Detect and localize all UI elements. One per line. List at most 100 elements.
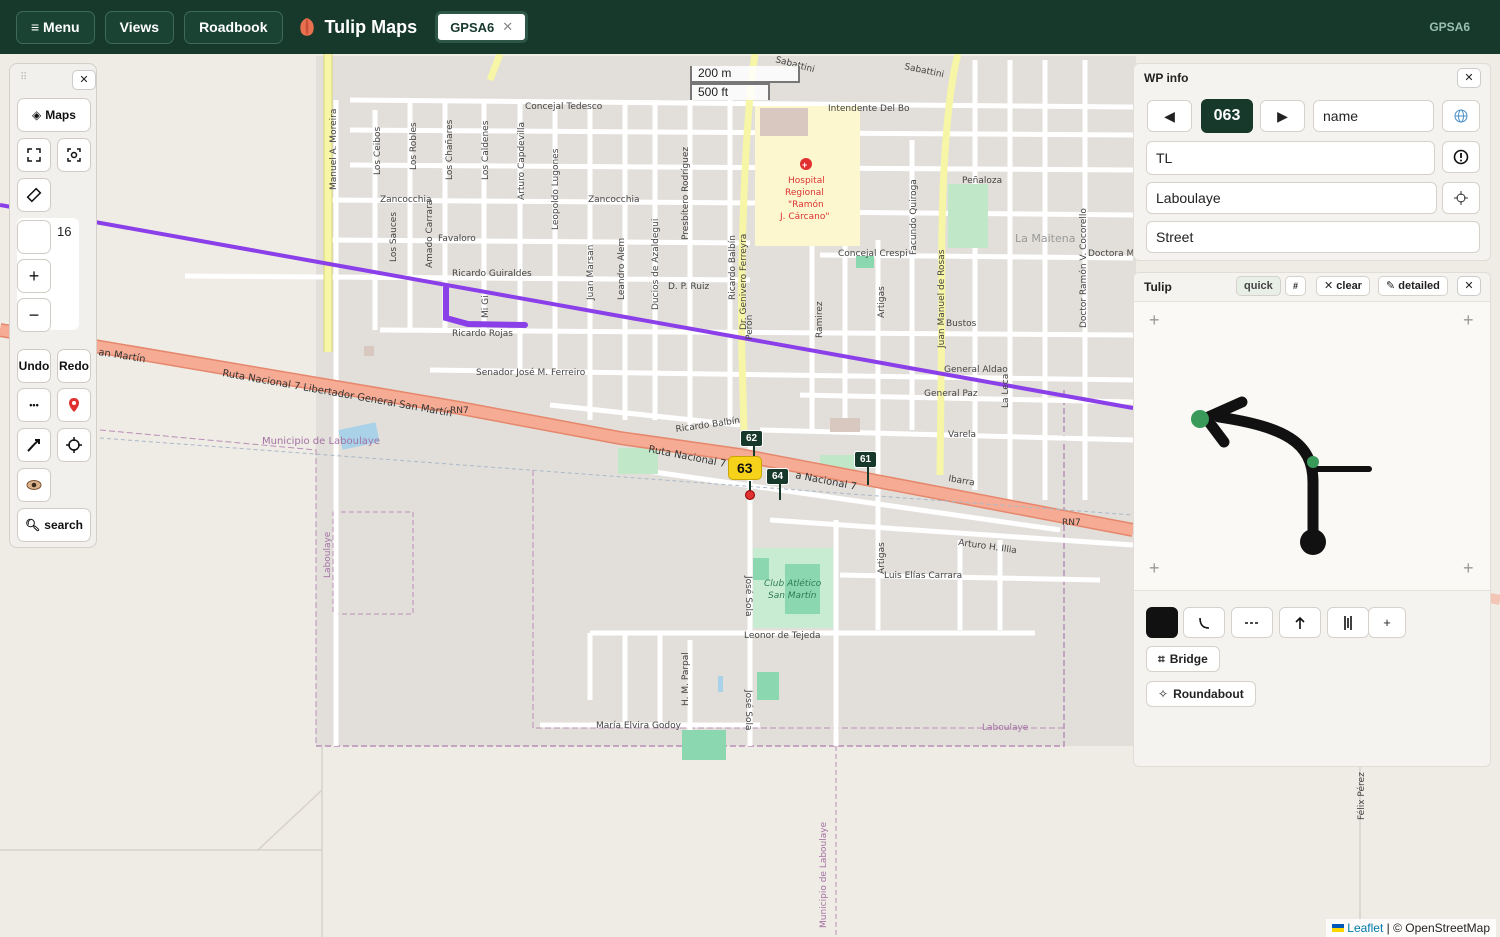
- osm-attribution[interactable]: | © OpenStreetMap: [1387, 921, 1490, 935]
- views-button[interactable]: Views: [104, 10, 175, 44]
- ruler-icon: [26, 187, 42, 203]
- tulip-junction-handle[interactable]: [1307, 456, 1319, 468]
- tulip-end-handle[interactable]: [1191, 410, 1209, 428]
- label-laboulaye-v: Laboulaye: [323, 531, 333, 578]
- top-bar: ≡ Menu Views Roadbook Tulip Maps GPSA6 ✕…: [0, 0, 1500, 54]
- globe-button[interactable]: [1442, 100, 1480, 132]
- drag-handle-icon[interactable]: ⠿: [20, 72, 27, 83]
- roundabout-icon: ✧: [1158, 687, 1169, 701]
- draw-route-button[interactable]: [17, 428, 51, 462]
- zoom-slot: [17, 220, 51, 254]
- label-general-aldao: General Aldao: [944, 365, 1008, 375]
- quick-toggle[interactable]: quick: [1236, 276, 1281, 296]
- locate-button[interactable]: [57, 428, 91, 462]
- label-leandro-alem: Leandro Alem: [617, 238, 627, 300]
- ua-flag-icon: [1332, 924, 1345, 932]
- info-button[interactable]: [1442, 141, 1480, 173]
- waypoint-city-field[interactable]: Laboulaye: [1146, 182, 1437, 214]
- waypoint-61[interactable]: 61: [854, 451, 878, 468]
- tulip-logo-icon: [299, 18, 314, 36]
- label-arturo-capdevilla: Arturo Capdevilla: [517, 122, 527, 200]
- fullscreen-button[interactable]: [17, 138, 51, 172]
- redo-button[interactable]: Redo: [57, 349, 91, 383]
- label-manuel-moreira: Manuel A. Moreira: [329, 109, 339, 190]
- waypoint-street-field[interactable]: Street: [1146, 221, 1480, 253]
- tulip-canvas[interactable]: + + + +: [1134, 301, 1490, 591]
- scale-imperial: 500 ft: [690, 83, 770, 100]
- label-ducios: Ducios de Azaldegui: [651, 219, 661, 310]
- wp-info-title: WP info: [1144, 71, 1189, 85]
- label-peron: Perón: [744, 315, 755, 340]
- menu-button[interactable]: ≡ Menu: [16, 10, 95, 44]
- layers-icon: ◈: [32, 108, 42, 122]
- pin-button[interactable]: [57, 388, 91, 422]
- label-leonor-tejeda: Leonor de Tejeda: [744, 631, 821, 641]
- label-ricardo-guiraldes: Ricardo Guiraldes: [452, 269, 532, 279]
- label-los-robles: Los Robles: [409, 122, 419, 170]
- waypoint-64[interactable]: 64: [766, 468, 790, 485]
- label-jose-sola-1: José Sola: [743, 575, 754, 616]
- tulip-start-dot[interactable]: [1300, 529, 1326, 555]
- fit-bounds-button[interactable]: [57, 138, 91, 172]
- track-tool-button[interactable]: [1327, 607, 1369, 638]
- label-doctora-m: Doctora M: [1088, 249, 1134, 259]
- label-la-maitena: La Maitena: [1015, 232, 1075, 245]
- ruler-button[interactable]: [17, 178, 51, 212]
- wp-info-close-button[interactable]: ✕: [1457, 68, 1481, 88]
- label-hospital-4: J. Cárcano": [779, 212, 830, 222]
- label-municipio-1: Municipio de Laboulaye: [262, 436, 380, 447]
- search-button[interactable]: 🔍︎ search: [17, 508, 91, 542]
- tulip-diagram[interactable]: [1134, 302, 1490, 592]
- waypoint-name-input[interactable]: name: [1313, 100, 1434, 132]
- scale-metric: 200 m: [690, 66, 800, 83]
- label-leopoldo-lugones: Leopoldo Lugones: [551, 148, 561, 230]
- app-brand: Tulip Maps: [297, 16, 417, 38]
- leaflet-link[interactable]: Leaflet: [1347, 921, 1383, 935]
- straight-arrow-button[interactable]: [1279, 607, 1321, 638]
- waypoint-type-field[interactable]: TL: [1146, 141, 1435, 175]
- more-button[interactable]: •••: [17, 388, 51, 422]
- undo-button[interactable]: Undo: [17, 349, 51, 383]
- label-zancocchia-1: Zancocchia: [380, 195, 431, 205]
- label-los-caldenes: Los Caldenes: [481, 120, 491, 180]
- roadbook-button[interactable]: Roadbook: [184, 10, 283, 44]
- add-tool-button[interactable]: +: [1368, 607, 1406, 638]
- next-waypoint-button[interactable]: ▶: [1260, 100, 1305, 132]
- clear-button[interactable]: ✕ clear: [1316, 276, 1370, 296]
- map-pin-icon: [69, 398, 79, 412]
- prev-waypoint-button[interactable]: ◀: [1147, 100, 1192, 132]
- crosshair-icon: [66, 437, 82, 453]
- label-varela: Varela: [948, 430, 976, 440]
- label-facundo-quiroga: Facundo Quiroga: [909, 179, 919, 255]
- label-los-chanares: Los Chañares: [445, 119, 455, 180]
- waypoint-64-stem: [779, 484, 781, 500]
- label-juan-marsan: Juan Marsan: [586, 245, 596, 301]
- tab-close-icon[interactable]: ✕: [502, 19, 513, 35]
- tulip-close-button[interactable]: ✕: [1457, 276, 1481, 296]
- tab-gpsa6[interactable]: GPSA6 ✕: [435, 11, 529, 43]
- zoom-in-button[interactable]: +: [17, 259, 51, 293]
- hash-button[interactable]: #: [1285, 276, 1307, 296]
- waypoint-63-dot[interactable]: [745, 490, 755, 500]
- bridge-button[interactable]: ⌗ Bridge: [1146, 646, 1220, 672]
- waypoint-62[interactable]: 62: [740, 430, 764, 447]
- label-hm-parpal: H. M. Parpal: [681, 652, 691, 706]
- curve-tool-button[interactable]: [1183, 607, 1225, 638]
- crosshair-icon: [1454, 191, 1468, 205]
- label-jose-sola-2: José Sola: [743, 689, 754, 730]
- zoom-out-button[interactable]: −: [17, 298, 51, 332]
- triangle-right-icon: ▶: [1277, 107, 1288, 124]
- detailed-button[interactable]: ✎ detailed: [1378, 276, 1448, 296]
- target-button[interactable]: [1442, 182, 1480, 214]
- label-luis-elias: Luis Elías Carrara: [884, 571, 962, 581]
- label-dp-ruiz: D. P. Ruiz: [668, 282, 709, 292]
- waypoint-63-current[interactable]: 63: [728, 456, 762, 480]
- roundabout-button[interactable]: ✧ Roundabout: [1146, 681, 1256, 707]
- toolbar-close-button[interactable]: ✕: [72, 70, 96, 90]
- dashed-line-button[interactable]: [1231, 607, 1273, 638]
- maps-button[interactable]: ◈ Maps: [17, 98, 91, 132]
- visibility-button[interactable]: [17, 468, 51, 502]
- info-icon: [1453, 149, 1469, 165]
- label-ricardo-rojas: Ricardo Rojas: [452, 329, 513, 339]
- color-swatch-button[interactable]: [1146, 607, 1178, 638]
